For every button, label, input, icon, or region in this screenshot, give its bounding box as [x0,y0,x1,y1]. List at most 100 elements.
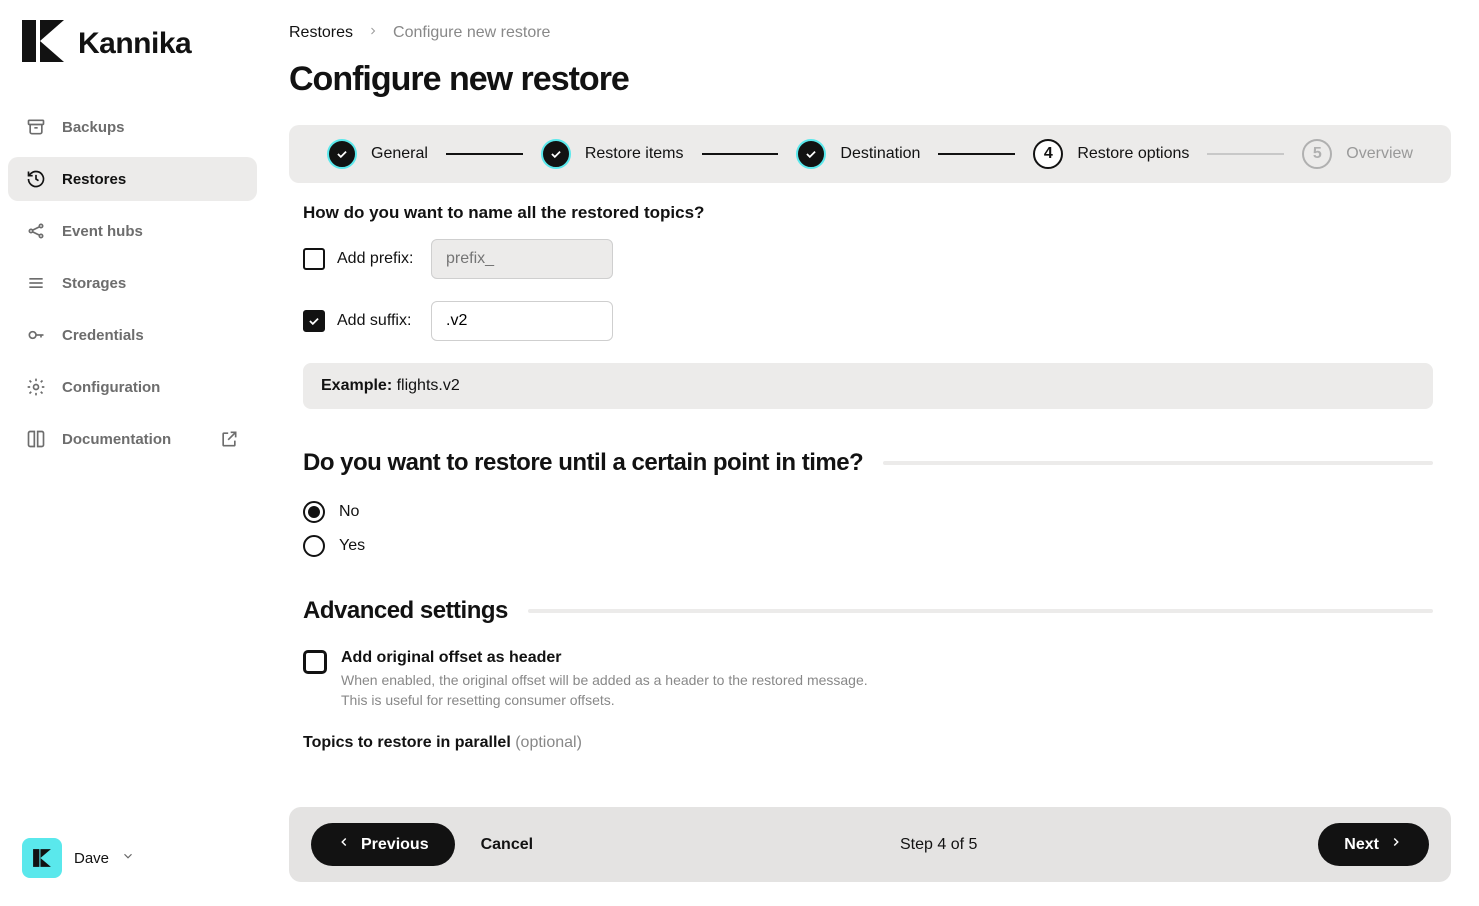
advanced-section-header: Advanced settings [303,597,1433,625]
step-connector [446,153,523,155]
step-connector [702,153,779,155]
user-menu[interactable]: Dave [8,830,257,886]
check-icon [541,139,571,169]
pit-radio-yes[interactable]: Yes [303,535,1433,557]
offset-header-row: Add original offset as header When enabl… [303,649,1433,710]
step-label: General [371,145,428,163]
suffix-input[interactable] [431,301,613,341]
chevron-right-icon [1389,835,1403,854]
sidebar-item-label: Restores [62,171,126,188]
step-label: Destination [840,145,920,163]
naming-question: How do you want to name all the restored… [303,203,1433,223]
sidebar-item-label: Backups [62,119,125,136]
parallel-field: Topics to restore in parallel (optional) [303,734,1433,752]
cancel-button[interactable]: Cancel [455,824,559,866]
radio-label: No [339,503,359,521]
prefix-label: Add prefix: [337,250,419,268]
example-value: flights.v2 [397,377,460,394]
history-icon [26,169,46,189]
parallel-optional: (optional) [515,734,582,751]
previous-button[interactable]: Previous [311,823,455,866]
radio-icon [303,535,325,557]
breadcrumb-current: Configure new restore [393,24,550,42]
sidebar-item-event-hubs[interactable]: Event hubs [8,209,257,253]
avatar [22,838,62,878]
book-icon [26,429,46,449]
button-label: Next [1344,836,1379,854]
logo[interactable]: Kannika [8,20,257,67]
archive-icon [26,117,46,137]
main: Restores Configure new restore Configure… [265,0,1479,906]
sidebar-item-label: Credentials [62,327,144,344]
suffix-row: Add suffix: [303,301,1433,341]
offset-header-checkbox[interactable] [303,650,327,674]
step-general[interactable]: General [327,139,428,169]
parallel-label: Topics to restore in parallel [303,734,511,751]
advanced-title: Advanced settings [303,597,508,625]
sidebar-item-configuration[interactable]: Configuration [8,365,257,409]
sidebar-item-credentials[interactable]: Credentials [8,313,257,357]
step-restore-options[interactable]: 4 Restore options [1033,139,1189,169]
page-title: Configure new restore [289,60,1451,99]
breadcrumb-root[interactable]: Restores [289,24,353,42]
step-indicator: Step 4 of 5 [900,836,977,854]
key-icon [26,325,46,345]
divider [883,461,1433,465]
sidebar: Kannika Backups Restores Event hubs Sto [0,0,265,906]
prefix-checkbox[interactable] [303,248,325,270]
gear-icon [26,377,46,397]
step-label: Restore items [585,145,684,163]
stepper: General Restore items Destination 4 Rest… [289,125,1451,183]
sidebar-item-label: Documentation [62,431,171,448]
step-label: Overview [1346,145,1413,163]
sidebar-item-label: Configuration [62,379,160,396]
breadcrumb: Restores Configure new restore [289,24,1451,42]
next-button[interactable]: Next [1318,823,1429,866]
step-label: Restore options [1077,145,1189,163]
pit-section-header: Do you want to restore until a certain p… [303,449,1433,477]
form-content: How do you want to name all the restored… [289,203,1447,752]
step-overview[interactable]: 5 Overview [1302,139,1413,169]
sidebar-item-restores[interactable]: Restores [8,157,257,201]
sidebar-item-label: Event hubs [62,223,143,240]
chevron-left-icon [337,835,351,854]
nav: Backups Restores Event hubs Storages Cre [8,105,257,830]
sidebar-item-label: Storages [62,275,126,292]
hub-icon [26,221,46,241]
check-icon [796,139,826,169]
step-connector [1207,153,1284,155]
chevron-right-icon [367,24,379,42]
step-number: 4 [1033,139,1063,169]
offset-header-label: Add original offset as header [341,649,868,667]
footer-bar: Previous Cancel Step 4 of 5 Next [289,807,1451,882]
button-label: Cancel [481,836,533,854]
suffix-label: Add suffix: [337,312,419,330]
sidebar-item-documentation[interactable]: Documentation [8,417,257,461]
logo-mark-icon [22,20,64,67]
divider [528,609,1433,613]
pit-radio-no[interactable]: No [303,501,1433,523]
user-name: Dave [74,850,109,867]
chevron-down-icon [121,849,135,868]
sidebar-item-storages[interactable]: Storages [8,261,257,305]
sidebar-item-backups[interactable]: Backups [8,105,257,149]
example-label: Example: [321,377,392,394]
pit-radio-group: No Yes [303,501,1433,557]
step-restore-items[interactable]: Restore items [541,139,684,169]
button-label: Previous [361,836,429,854]
radio-label: Yes [339,537,365,555]
step-destination[interactable]: Destination [796,139,920,169]
storage-icon [26,273,46,293]
pit-question: Do you want to restore until a certain p… [303,449,863,477]
prefix-input[interactable] [431,239,613,279]
logo-text: Kannika [78,27,191,61]
step-connector [938,153,1015,155]
form-scroll[interactable]: How do you want to name all the restored… [289,203,1451,783]
offset-header-help: When enabled, the original offset will b… [341,671,868,710]
prefix-row: Add prefix: [303,239,1433,279]
step-number: 5 [1302,139,1332,169]
example-box: Example: flights.v2 [303,363,1433,409]
suffix-checkbox[interactable] [303,310,325,332]
check-icon [327,139,357,169]
radio-icon [303,501,325,523]
